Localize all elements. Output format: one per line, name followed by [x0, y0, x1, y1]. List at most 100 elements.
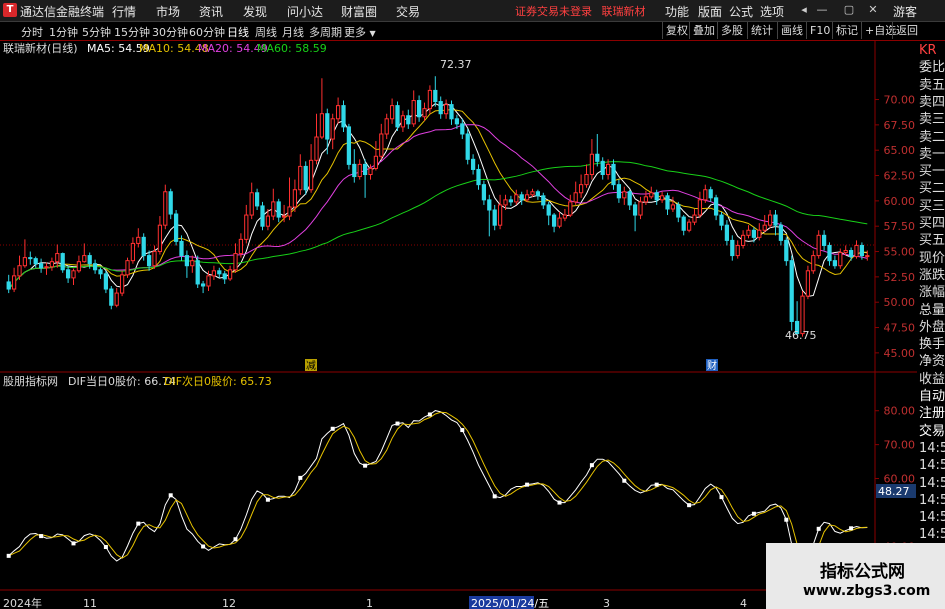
return-button[interactable]: 返回	[892, 22, 921, 39]
candle-body	[654, 192, 659, 201]
maximize-button[interactable]: ▢	[840, 2, 858, 18]
close-button[interactable]: ✕	[864, 2, 882, 18]
period-60min[interactable]: 60分钟	[189, 24, 225, 40]
indicator-dot	[622, 478, 627, 483]
side-panel-item: 买三	[919, 198, 945, 214]
candle-body	[406, 115, 411, 125]
period-monthly[interactable]: 月线	[282, 24, 304, 40]
main-chart-title: 联瑞新材(日线)	[3, 41, 78, 55]
candle-body	[859, 244, 865, 257]
date-label-mar: 3	[603, 597, 610, 609]
guest-label[interactable]: 游客	[893, 3, 917, 20]
candle-body	[487, 199, 492, 211]
candle-body	[541, 195, 546, 206]
candle-body	[168, 191, 173, 215]
candle-body	[497, 204, 503, 226]
stock-chart[interactable]: 70.00 67.50 65.00 62.50 60.00 57.50 55.00 52.50…	[0, 41, 917, 609]
period-daily[interactable]: 日线	[227, 24, 249, 40]
period-multi[interactable]: 多周期	[309, 24, 342, 40]
period-more[interactable]: 更多 ▼	[344, 24, 376, 40]
statistics-button[interactable]: 统计	[747, 22, 776, 39]
candle-body	[676, 204, 681, 218]
ma60-label: MA60: 58.59	[257, 42, 327, 55]
dif-line	[8, 410, 868, 579]
sub-chart-title: 股朋指标网	[3, 374, 58, 388]
main-tick-label: 70.00	[884, 94, 916, 107]
candle-body	[713, 197, 719, 216]
period-1min[interactable]: 1分钟	[49, 24, 78, 40]
menu-layout[interactable]: 版面	[698, 3, 722, 20]
period-5min[interactable]: 5分钟	[82, 24, 111, 40]
indicator-dot	[719, 495, 724, 500]
high-price-marker: 72.37	[440, 58, 472, 71]
candle-body	[551, 214, 557, 227]
indicator-dot	[168, 493, 173, 498]
candle-body	[276, 201, 281, 218]
menu-market[interactable]: 市场	[156, 3, 180, 20]
candle-body	[146, 255, 152, 267]
side-panel-item: 买二	[919, 181, 945, 197]
candle-body	[6, 281, 11, 290]
menu-trade[interactable]: 交易	[396, 3, 420, 20]
indicator-dot	[330, 426, 335, 431]
draw-line-button[interactable]: 画线	[777, 22, 806, 39]
candle-body	[238, 238, 244, 255]
multi-stock-button[interactable]: 多股	[717, 22, 746, 39]
app-title: 通达信金融终端	[20, 5, 105, 19]
candle-body	[287, 206, 292, 217]
side-panel-item: KR	[919, 43, 937, 58]
candle-body	[38, 263, 44, 269]
candle-body	[184, 255, 190, 267]
login-notice[interactable]: 证券交易未登录 联瑞新材	[515, 3, 646, 19]
indicator-dot	[849, 526, 854, 531]
candle-body	[260, 205, 265, 227]
candle-body	[832, 260, 838, 267]
f10-button[interactable]: F10	[806, 22, 833, 39]
candle-body	[805, 270, 811, 297]
candle-body	[778, 224, 784, 241]
candle-body	[757, 229, 762, 238]
mark-button[interactable]: 标记	[832, 22, 861, 39]
menu-function[interactable]: 功能	[665, 3, 689, 20]
candle-body	[481, 184, 487, 201]
indicator-dot	[427, 412, 432, 417]
overlay-button[interactable]: 叠加	[689, 22, 718, 39]
menu-discover[interactable]: 发现	[243, 3, 267, 20]
candle-body	[125, 260, 130, 276]
candle-body	[49, 261, 55, 268]
menu-news[interactable]: 资讯	[199, 3, 223, 20]
candle-body	[703, 189, 708, 201]
indicator-dot	[363, 463, 368, 468]
minimize-button[interactable]: —	[813, 2, 831, 18]
period-15min[interactable]: 15分钟	[114, 24, 150, 40]
candle-body	[179, 240, 184, 257]
candle-body	[503, 199, 508, 206]
candle-body	[163, 191, 168, 226]
candle-body	[697, 199, 703, 216]
menu-ask[interactable]: 问小达	[287, 3, 323, 20]
ma10-line	[8, 108, 868, 290]
candle-body	[643, 196, 649, 203]
dea-line	[8, 411, 868, 571]
candle-body	[114, 292, 119, 306]
period-30min[interactable]: 30分钟	[152, 24, 188, 40]
candle-body	[400, 115, 406, 128]
candle-body	[76, 261, 82, 272]
menu-wealth-circle[interactable]: 财富圈	[341, 3, 377, 20]
sub-tick-label: 70.00	[884, 439, 916, 452]
candle-body	[784, 239, 789, 262]
adjust-button[interactable]: 复权	[662, 22, 691, 39]
candle-body	[33, 258, 38, 265]
candle-body	[659, 195, 665, 201]
period-weekly[interactable]: 周线	[255, 24, 277, 40]
candle-body	[611, 163, 616, 186]
back-window-button[interactable]: ◂	[795, 2, 813, 18]
candle-body	[346, 126, 352, 165]
candle-body	[271, 201, 276, 217]
period-tick[interactable]: 分时	[21, 24, 43, 40]
indicator-dot	[298, 475, 303, 480]
side-panel-item: 14:5	[919, 475, 945, 491]
menu-options[interactable]: 选项	[760, 3, 784, 20]
menu-formula[interactable]: 公式	[729, 3, 753, 20]
menu-quotes[interactable]: 行情	[112, 3, 136, 20]
